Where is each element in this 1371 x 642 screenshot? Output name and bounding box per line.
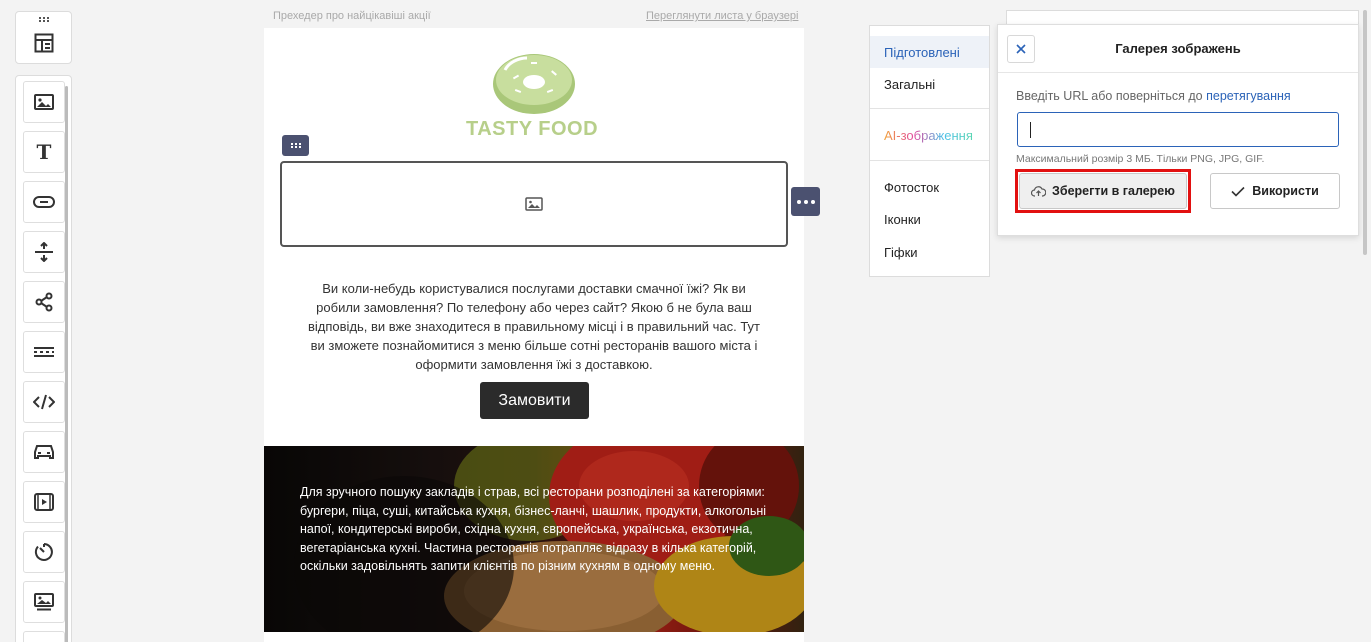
close-icon: [1016, 44, 1026, 54]
banner-text: Для зручного пошуку закладів і страв, вс…: [300, 485, 767, 573]
image-placeholder-icon: [525, 197, 543, 211]
code-icon: [33, 394, 55, 410]
tab-gifs[interactable]: Гіфки: [870, 236, 989, 268]
button-icon: [33, 196, 55, 208]
tab-ai-label: AI-зображення: [884, 127, 973, 143]
toolbar-scrollbar[interactable]: [65, 86, 68, 642]
use-button[interactable]: Використи: [1210, 173, 1340, 209]
brand-name: TASTY FOOD: [466, 118, 599, 140]
structure-panel-button[interactable]: [15, 11, 72, 64]
divider-block-tool[interactable]: [23, 331, 65, 373]
car-icon: [34, 445, 54, 459]
layout-icon: [34, 33, 54, 53]
gallery-block-tool[interactable]: [23, 581, 65, 623]
preheader-text: Прехедер про найцікавіші акції: [273, 10, 431, 22]
size-note: Максимальний розмір 3 МБ. Тільки PNG, JP…: [1016, 153, 1265, 165]
selected-image-block[interactable]: [280, 161, 788, 247]
html-block-tool[interactable]: [23, 381, 65, 423]
tab-ai-images[interactable]: AI-зображення: [870, 119, 989, 151]
social-block-tool[interactable]: [23, 281, 65, 323]
drag-drop-link[interactable]: перетягування: [1206, 89, 1291, 103]
drag-grip-icon: [290, 143, 301, 148]
divider-icon: [34, 347, 54, 357]
timer-icon: [34, 543, 53, 561]
image-block-tool[interactable]: [23, 81, 65, 123]
button-block-tool[interactable]: [23, 181, 65, 223]
intro-paragraph: Ви коли-небудь користувалися послугами д…: [308, 281, 760, 372]
tab-prepared[interactable]: Підготовлені: [870, 36, 989, 68]
spacer-icon: [35, 242, 53, 262]
video-icon: [34, 493, 54, 511]
text-icon: T: [36, 140, 52, 164]
tabs-divider: [870, 108, 989, 109]
use-button-label: Використи: [1252, 184, 1319, 198]
tab-general[interactable]: Загальні: [870, 68, 989, 100]
image-gallery-dialog: Галерея зображень Введіть URL або поверн…: [997, 24, 1359, 236]
block-drag-handle[interactable]: [282, 135, 309, 156]
tab-photostock[interactable]: Фотосток: [870, 171, 989, 203]
video-block-tool[interactable]: [23, 481, 65, 523]
image-gallery-icon: [34, 593, 54, 611]
drag-grip-icon: [39, 17, 49, 22]
url-hint-text: Введіть URL або поверніться до: [1016, 89, 1203, 103]
donut-logo-icon: [493, 54, 575, 114]
image-url-input[interactable]: [1017, 112, 1339, 147]
spacer-block-tool[interactable]: [23, 231, 65, 273]
more-block-tool[interactable]: [23, 631, 65, 642]
url-hint: Введіть URL або поверніться до перетягув…: [1016, 89, 1291, 103]
text-caret: [1030, 122, 1031, 138]
timer-block-tool[interactable]: [23, 531, 65, 573]
check-icon: [1231, 186, 1245, 197]
view-in-browser-link[interactable]: Переглянути листа у браузері: [646, 10, 798, 22]
text-block-tool[interactable]: T: [23, 131, 65, 173]
block-more-button[interactable]: [791, 187, 820, 216]
tab-icons[interactable]: Іконки: [870, 203, 989, 235]
order-button[interactable]: Замовити: [480, 382, 589, 419]
page-scrollbar[interactable]: [1363, 10, 1367, 255]
highlight-box: [1015, 169, 1191, 213]
tabs-divider: [870, 160, 989, 161]
image-source-tabs: Підготовлені Загальні AI-зображення Фото…: [869, 25, 990, 277]
dialog-header: Галерея зображень: [998, 25, 1358, 73]
share-icon: [35, 292, 53, 312]
product-block-tool[interactable]: [23, 431, 65, 473]
dialog-title: Галерея зображень: [1115, 41, 1241, 56]
blocks-toolbar: T: [15, 75, 72, 642]
close-button[interactable]: [1007, 35, 1035, 63]
image-icon: [34, 94, 54, 110]
